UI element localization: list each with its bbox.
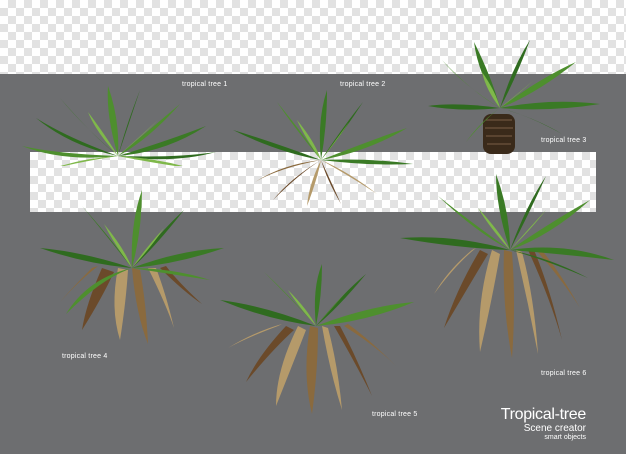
tropical-tree-2-image — [233, 90, 413, 206]
label-tropical-tree-5: tropical tree 5 — [372, 411, 418, 418]
brand-subtitle: Scene creator — [523, 423, 586, 434]
tropical-tree-4-image — [40, 190, 224, 344]
label-tropical-tree-1: tropical tree 1 — [182, 81, 228, 88]
label-tropical-tree-4: tropical tree 4 — [62, 353, 108, 360]
tropical-tree-5-image — [220, 264, 414, 414]
brand-tagline: smart objects — [544, 434, 586, 441]
label-tropical-tree-2: tropical tree 2 — [340, 81, 386, 88]
label-tropical-tree-6: tropical tree 6 — [541, 370, 587, 377]
label-tropical-tree-3: tropical tree 3 — [541, 137, 587, 144]
brand-title: Tropical-tree — [500, 406, 587, 423]
tropical-tree-1-image — [22, 86, 216, 166]
tropical-tree-6-image — [400, 174, 614, 358]
